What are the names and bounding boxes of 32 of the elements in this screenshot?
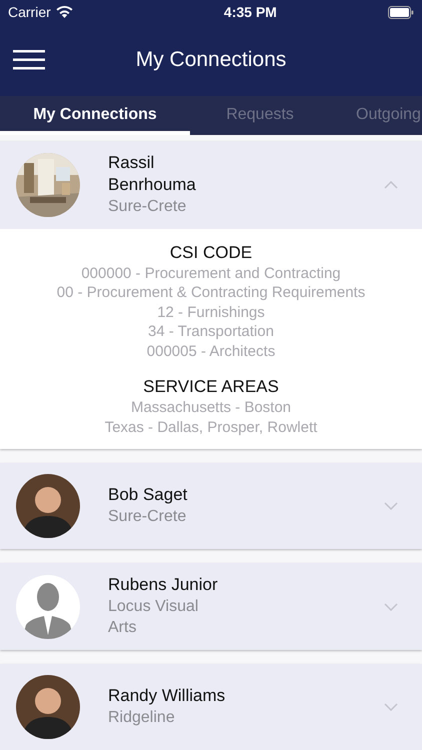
connection-card[interactable]: Rubens Junior Locus Visual Arts — [0, 563, 422, 650]
connection-card[interactable] — [0, 140, 422, 450]
carrier-name: Carrier — [8, 4, 51, 20]
detail-line: 12 - Furnishings — [157, 302, 265, 322]
tab[interactable]: My Connections — [0, 96, 190, 135]
chevron-icon[interactable] — [384, 602, 398, 611]
section-heading: SERVICE AREAS — [143, 377, 279, 398]
wifi-icon — [56, 6, 73, 18]
detail-line: Texas - Dallas, Prosper, Rowlett — [104, 418, 318, 438]
detail-line: 00 - Procurement & Contracting Requirements — [56, 283, 366, 303]
battery-icon — [388, 6, 414, 18]
screen-title: My Connections — [136, 48, 286, 72]
contact-name: Rassil Benrhouma — [108, 152, 197, 196]
contact-name: Rubens Junior — [108, 574, 219, 596]
connection-card[interactable]: Randy Williams Ridgeline — [0, 664, 422, 750]
detail-line: 34 - Transportation — [148, 322, 274, 342]
chevron-icon[interactable] — [384, 502, 398, 510]
contact-name: Bob Saget — [108, 484, 188, 506]
contact-name: Randy Williams — [108, 685, 226, 708]
menu-icon[interactable] — [13, 50, 45, 70]
section-heading: CSI CODE — [170, 242, 252, 263]
detail-line: Massachusetts - Boston — [130, 398, 292, 418]
company-name: Sure-Crete — [108, 507, 188, 528]
connection-card[interactable]: Bob Saget Sure-Crete — [0, 463, 422, 550]
company-name: Sure-Crete — [108, 197, 188, 218]
company-name: Locus Visual Arts — [108, 597, 200, 638]
chevron-icon[interactable] — [384, 703, 398, 711]
chevron-icon[interactable] — [384, 180, 398, 189]
company-name: Ridgeline — [108, 708, 176, 728]
detail-line: 000005 - Architects — [146, 342, 276, 362]
detail-line: 000000 - Procurement and Contracting — [81, 264, 341, 284]
status-time: 4:35 PM — [224, 4, 277, 20]
